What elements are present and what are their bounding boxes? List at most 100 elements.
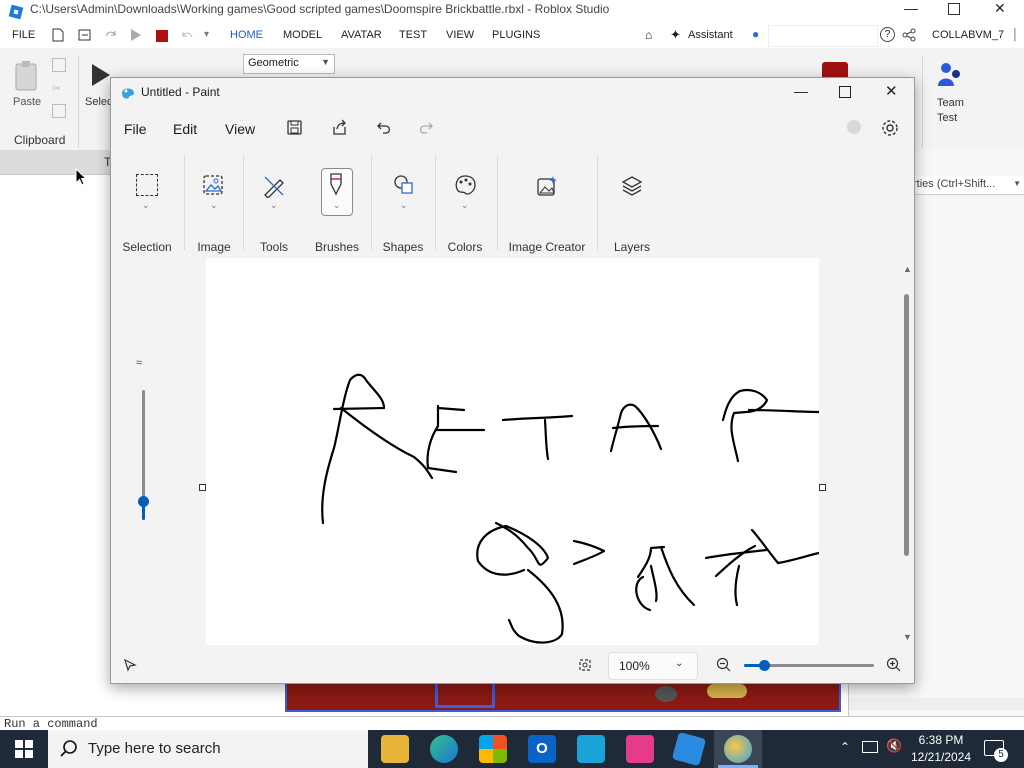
play-icon[interactable] xyxy=(129,28,143,42)
duplicate-icon[interactable] xyxy=(52,104,66,118)
chevron-down-icon: ⌄ xyxy=(270,200,278,210)
save-icon[interactable] xyxy=(286,119,304,137)
paint-menu-edit[interactable]: Edit xyxy=(173,121,197,137)
zoom-slider-thumb[interactable] xyxy=(759,660,770,671)
team-test-icon[interactable] xyxy=(936,60,964,90)
studio-menu-plugins[interactable]: PLUGINS xyxy=(492,29,540,41)
drawing-canvas[interactable] xyxy=(206,258,819,645)
paint-taskbar-active[interactable] xyxy=(714,730,762,768)
colors-tool[interactable]: ⌄ Colors xyxy=(436,150,494,258)
paint-ribbon: ⌄ Selection ⌄ Image ⌄ Tools ⌄ Brushes ⌄ … xyxy=(111,150,914,258)
home-icon[interactable]: ⌂ xyxy=(645,28,652,42)
chevron-down-icon: ⌄ xyxy=(333,200,341,210)
studio-overflow-icon[interactable]: │ xyxy=(1012,29,1019,41)
studio-close-button[interactable]: ✕ xyxy=(994,0,1006,17)
tools-tool[interactable]: ⌄ Tools xyxy=(244,150,304,258)
paint-menu-bar: File Edit View xyxy=(111,108,914,148)
account-avatar-icon[interactable] xyxy=(847,120,861,134)
canvas-resize-handle-left[interactable] xyxy=(199,484,206,491)
fit-to-window-icon[interactable] xyxy=(577,657,593,673)
studio-search-field[interactable] xyxy=(768,25,878,47)
properties-filter-field[interactable]: rties (Ctrl+Shift... ▼ xyxy=(909,176,1024,195)
network-icon[interactable] xyxy=(862,741,878,753)
share-icon[interactable] xyxy=(902,28,916,42)
volume-muted-icon[interactable]: 🔇 xyxy=(886,738,902,754)
taskbar-date[interactable]: 12/21/2024 xyxy=(906,750,976,764)
selection-tool[interactable]: ⌄ Selection xyxy=(117,150,177,258)
undo-icon[interactable] xyxy=(181,29,195,43)
zoom-in-icon[interactable] xyxy=(886,657,902,673)
new-file-icon[interactable] xyxy=(52,28,64,42)
redo-icon[interactable] xyxy=(416,119,434,137)
team-test-label: Team Test xyxy=(937,97,964,124)
paint-minimize-button[interactable]: — xyxy=(794,83,808,99)
brush-size-thumb[interactable] xyxy=(138,495,149,507)
file-explorer-icon[interactable] xyxy=(381,735,409,763)
quick-access-dropdown-icon[interactable]: ▾ xyxy=(204,29,209,40)
studio-menu-avatar[interactable]: AVATAR xyxy=(341,29,382,41)
help-icon[interactable]: ? xyxy=(880,27,895,42)
layers-tool[interactable]: Layers xyxy=(600,150,664,258)
studio-minimize-button[interactable]: — xyxy=(904,0,918,16)
drawn-stroke xyxy=(426,404,458,474)
studio-username[interactable]: COLLABVM_7 xyxy=(932,29,1004,41)
paint-menu-file[interactable]: File xyxy=(124,121,147,137)
undo-icon[interactable] xyxy=(376,119,394,137)
edge-browser-icon[interactable] xyxy=(430,735,458,763)
copy-icon[interactable] xyxy=(52,58,66,72)
image-creator-tool[interactable]: Image Creator xyxy=(499,150,595,258)
studio-menu-model[interactable]: MODEL xyxy=(283,29,322,41)
zoom-out-icon[interactable] xyxy=(716,657,732,673)
horizontal-scrollbar[interactable] xyxy=(849,698,1024,710)
studio-menu-file[interactable]: FILE xyxy=(12,29,35,41)
assistant-button[interactable]: Assistant xyxy=(688,29,733,41)
drawn-stroke xyxy=(714,544,757,578)
command-placeholder: Run a command xyxy=(4,717,98,731)
brush-size-slider[interactable]: ≈ xyxy=(133,350,155,550)
drawn-stroke xyxy=(507,568,564,644)
zoom-level-dropdown[interactable]: 100% ⌄ xyxy=(608,652,698,680)
ribbon-separator xyxy=(597,156,598,250)
settings-gear-icon[interactable] xyxy=(880,118,900,138)
studio-maximize-button[interactable] xyxy=(948,3,960,15)
shapes-tool[interactable]: ⌄ Shapes xyxy=(373,150,433,258)
scroll-up-icon[interactable]: ▲ xyxy=(903,264,912,274)
geometric-dropdown[interactable]: Geometric ▼ xyxy=(243,54,335,74)
drawn-stroke xyxy=(339,406,434,480)
shapes-icon xyxy=(394,175,413,194)
command-bar[interactable]: Run a command xyxy=(0,716,1024,731)
outlook-icon[interactable]: O xyxy=(528,735,556,763)
image-tool[interactable]: ⌄ Image xyxy=(185,150,243,258)
redo-arrow-icon[interactable] xyxy=(104,28,118,42)
scroll-down-icon[interactable]: ▼ xyxy=(903,632,912,642)
brushes-tool[interactable]: ⌄ Brushes xyxy=(307,150,367,258)
show-hidden-icons[interactable]: ⌃ xyxy=(840,740,850,754)
studio-menu-test[interactable]: TEST xyxy=(399,29,427,41)
stop-icon[interactable] xyxy=(156,30,168,42)
paint-close-button[interactable]: ✕ xyxy=(885,82,898,100)
paint-maximize-button[interactable] xyxy=(839,86,851,98)
taskbar-search-box[interactable]: Type here to search xyxy=(48,730,368,768)
open-file-icon[interactable] xyxy=(78,28,92,42)
studio-menu-home[interactable]: HOME xyxy=(230,29,263,41)
notification-bell-icon[interactable]: ● xyxy=(752,27,759,41)
taskbar-time[interactable]: 6:38 PM xyxy=(918,733,964,747)
pencil-tools-icon xyxy=(264,176,284,198)
roblox-studio-logo-icon xyxy=(8,4,24,20)
vertical-scrollbar-thumb[interactable] xyxy=(904,294,909,556)
cut-icon[interactable]: ✂ xyxy=(52,82,61,95)
image-icon xyxy=(203,175,223,195)
pink-cat-app-icon[interactable] xyxy=(626,735,654,763)
paste-icon[interactable] xyxy=(12,60,42,92)
remote-desktop-icon[interactable] xyxy=(577,735,605,763)
windows-start-icon[interactable] xyxy=(15,740,33,758)
drawn-stroke xyxy=(636,545,666,603)
paint-menu-view[interactable]: View xyxy=(225,121,255,137)
assistant-sparkle-icon[interactable]: ✦ xyxy=(670,27,681,43)
paint-title-bar: Untitled - Paint — ✕ xyxy=(111,78,914,108)
studio-menu-view[interactable]: VIEW xyxy=(446,29,474,41)
canvas-resize-handle-right[interactable] xyxy=(819,484,826,491)
ribbon-separator xyxy=(922,56,923,148)
share-icon[interactable] xyxy=(331,119,349,137)
microsoft-store-icon[interactable] xyxy=(479,735,507,763)
